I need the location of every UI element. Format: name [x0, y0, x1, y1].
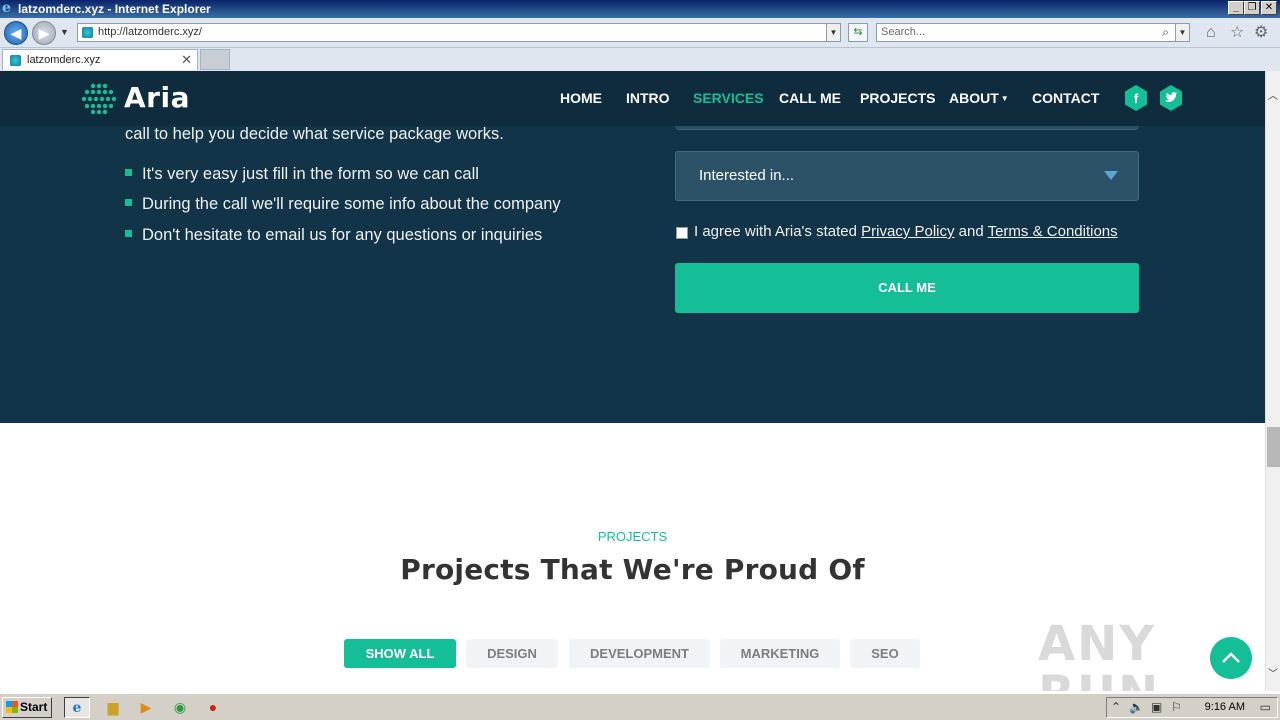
bullet-square-icon [125, 169, 132, 176]
search-placeholder: Search... [881, 26, 926, 38]
back-to-top-button[interactable] [1210, 637, 1252, 679]
nav-contact[interactable]: CONTACT [1032, 90, 1099, 106]
projects-title: Projects That We're Proud Of [400, 553, 865, 586]
search-dropdown-icon[interactable]: ▼ [1175, 24, 1189, 41]
site-header: Aria HOME INTRO SERVICES CALL ME PROJECT… [0, 71, 1265, 126]
filter-development[interactable]: DEVELOPMENT [569, 639, 710, 668]
clock[interactable]: 9:16 AM [1205, 698, 1245, 717]
logo-text: Aria [124, 81, 190, 114]
ie-logo-icon: e [2, 0, 11, 16]
minimize-button[interactable]: _ [1228, 1, 1244, 15]
forward-button[interactable]: ▶ [32, 21, 56, 45]
tab-title: latzomderc.xyz [27, 54, 101, 66]
address-bar[interactable]: http://latzomderc.xyz/ ▼ [77, 23, 841, 42]
browser-toolbar: ◀ ▶ ▼ http://latzomderc.xyz/ ▼ ⇆ Search.… [0, 18, 1280, 48]
window-titlebar: e latzomderc.xyz - Internet Explorer _ ❐… [0, 0, 1280, 18]
terms-checkbox[interactable] [676, 227, 688, 239]
bullet-square-icon [125, 230, 132, 237]
internet-explorer-taskbar-icon[interactable]: e [64, 697, 90, 718]
tools-gear-icon[interactable]: ⚙ [1254, 25, 1268, 41]
start-button[interactable]: Start [2, 697, 52, 718]
restore-button[interactable]: ❐ [1244, 1, 1260, 15]
select-chevron-down-icon [1104, 171, 1118, 180]
svg-text:f: f [1134, 91, 1139, 106]
intro-text: call to help you decide what service pac… [125, 125, 504, 143]
terms-and: and [958, 223, 984, 240]
favorites-star-icon[interactable]: ☆ [1230, 25, 1244, 41]
caret-down-icon: ▼ [1000, 94, 1009, 103]
privacy-policy-link[interactable]: Privacy Policy [861, 223, 954, 240]
nav-about-label: ABOUT [949, 90, 999, 106]
volume-icon[interactable]: 🔈 [1129, 698, 1144, 717]
interest-select[interactable]: Interested in... [675, 151, 1139, 201]
scroll-down-icon[interactable]: ﹀ [1268, 665, 1278, 680]
close-button[interactable]: ✕ [1261, 1, 1277, 15]
browser-tab[interactable]: latzomderc.xyz ✕ [2, 49, 198, 70]
bullet-text: Don't hesitate to email us for any quest… [142, 226, 543, 244]
projects-eyebrow: PROJECTS [597, 529, 668, 544]
twitter-icon[interactable] [1158, 85, 1184, 111]
show-desktop-icon[interactable]: ▭ [1260, 698, 1271, 717]
network-icon[interactable]: ▣ [1151, 698, 1162, 717]
media-player-taskbar-icon[interactable]: ▶ [133, 697, 159, 718]
site-favicon-icon [82, 27, 93, 38]
tab-close-icon[interactable]: ✕ [181, 50, 192, 70]
tray-expand-icon[interactable]: ⌃ [1111, 698, 1121, 717]
tab-strip: latzomderc.xyz ✕ [0, 48, 1280, 71]
back-button[interactable]: ◀ [4, 21, 28, 45]
bullet-square-icon [125, 199, 132, 206]
filter-design[interactable]: DESIGN [466, 639, 558, 668]
start-label: Start [20, 700, 48, 714]
action-center-flag-icon[interactable]: ⚐ [1171, 698, 1182, 717]
windows-taskbar: Start e ▆ ▶ ◉ ● ⌃ 🔈 ▣ ⚐ 9:16 AM ▭ [0, 693, 1280, 720]
filter-seo[interactable]: SEO [850, 639, 920, 668]
bullet-text: It's very easy just fill in the form so … [142, 165, 479, 183]
terms-conditions-link[interactable]: Terms & Conditions [988, 223, 1118, 240]
nav-projects[interactable]: PROJECTS [860, 90, 935, 106]
nav-home[interactable]: HOME [560, 90, 602, 106]
home-icon[interactable]: ⌂ [1206, 25, 1216, 41]
terms-label: I agree with Aria's stated Privacy Polic… [694, 223, 1118, 241]
nav-call-me[interactable]: CALL ME [779, 90, 841, 106]
search-icon[interactable]: ⌕ [1162, 24, 1169, 41]
system-tray: ⌃ 🔈 ▣ ⚐ 9:16 AM ▭ [1106, 697, 1278, 718]
new-tab-button[interactable] [200, 49, 230, 70]
history-dropdown-icon[interactable]: ▼ [60, 27, 69, 37]
scroll-up-icon[interactable]: ︿ [1268, 87, 1278, 102]
web-page: call to help you decide what service pac… [0, 71, 1265, 691]
select-placeholder: Interested in... [699, 167, 795, 184]
search-box[interactable]: Search... ⌕ ▼ [876, 23, 1190, 42]
folder-taskbar-icon[interactable]: ▆ [100, 697, 126, 718]
refresh-button[interactable]: ⇆ [848, 23, 868, 42]
nav-about[interactable]: ABOUT ▼ [949, 90, 1009, 107]
call-me-button[interactable]: CALL ME [675, 263, 1139, 313]
windows-logo-icon [6, 701, 18, 713]
window-title: latzomderc.xyz - Internet Explorer [18, 2, 211, 16]
logo-dots-icon [81, 83, 117, 115]
page-scrollbar[interactable]: ︿ ﹀ [1265, 71, 1280, 691]
nav-services[interactable]: SERVICES [693, 90, 764, 106]
tab-favicon-icon [10, 55, 21, 66]
scrollbar-thumb[interactable] [1267, 427, 1280, 467]
filter-show-all[interactable]: SHOW ALL [344, 639, 456, 668]
facebook-icon[interactable]: f [1123, 85, 1149, 111]
bullet-text: During the call we'll require some info … [142, 195, 561, 213]
terms-prefix: I agree with Aria's stated [694, 223, 857, 240]
filter-marketing[interactable]: MARKETING [720, 639, 840, 668]
nav-intro[interactable]: INTRO [626, 90, 670, 106]
address-text: http://latzomderc.xyz/ [98, 26, 202, 38]
chrome-taskbar-icon[interactable]: ◉ [167, 697, 193, 718]
address-dropdown-icon[interactable]: ▼ [826, 24, 840, 41]
opera-taskbar-icon[interactable]: ● [200, 697, 226, 718]
